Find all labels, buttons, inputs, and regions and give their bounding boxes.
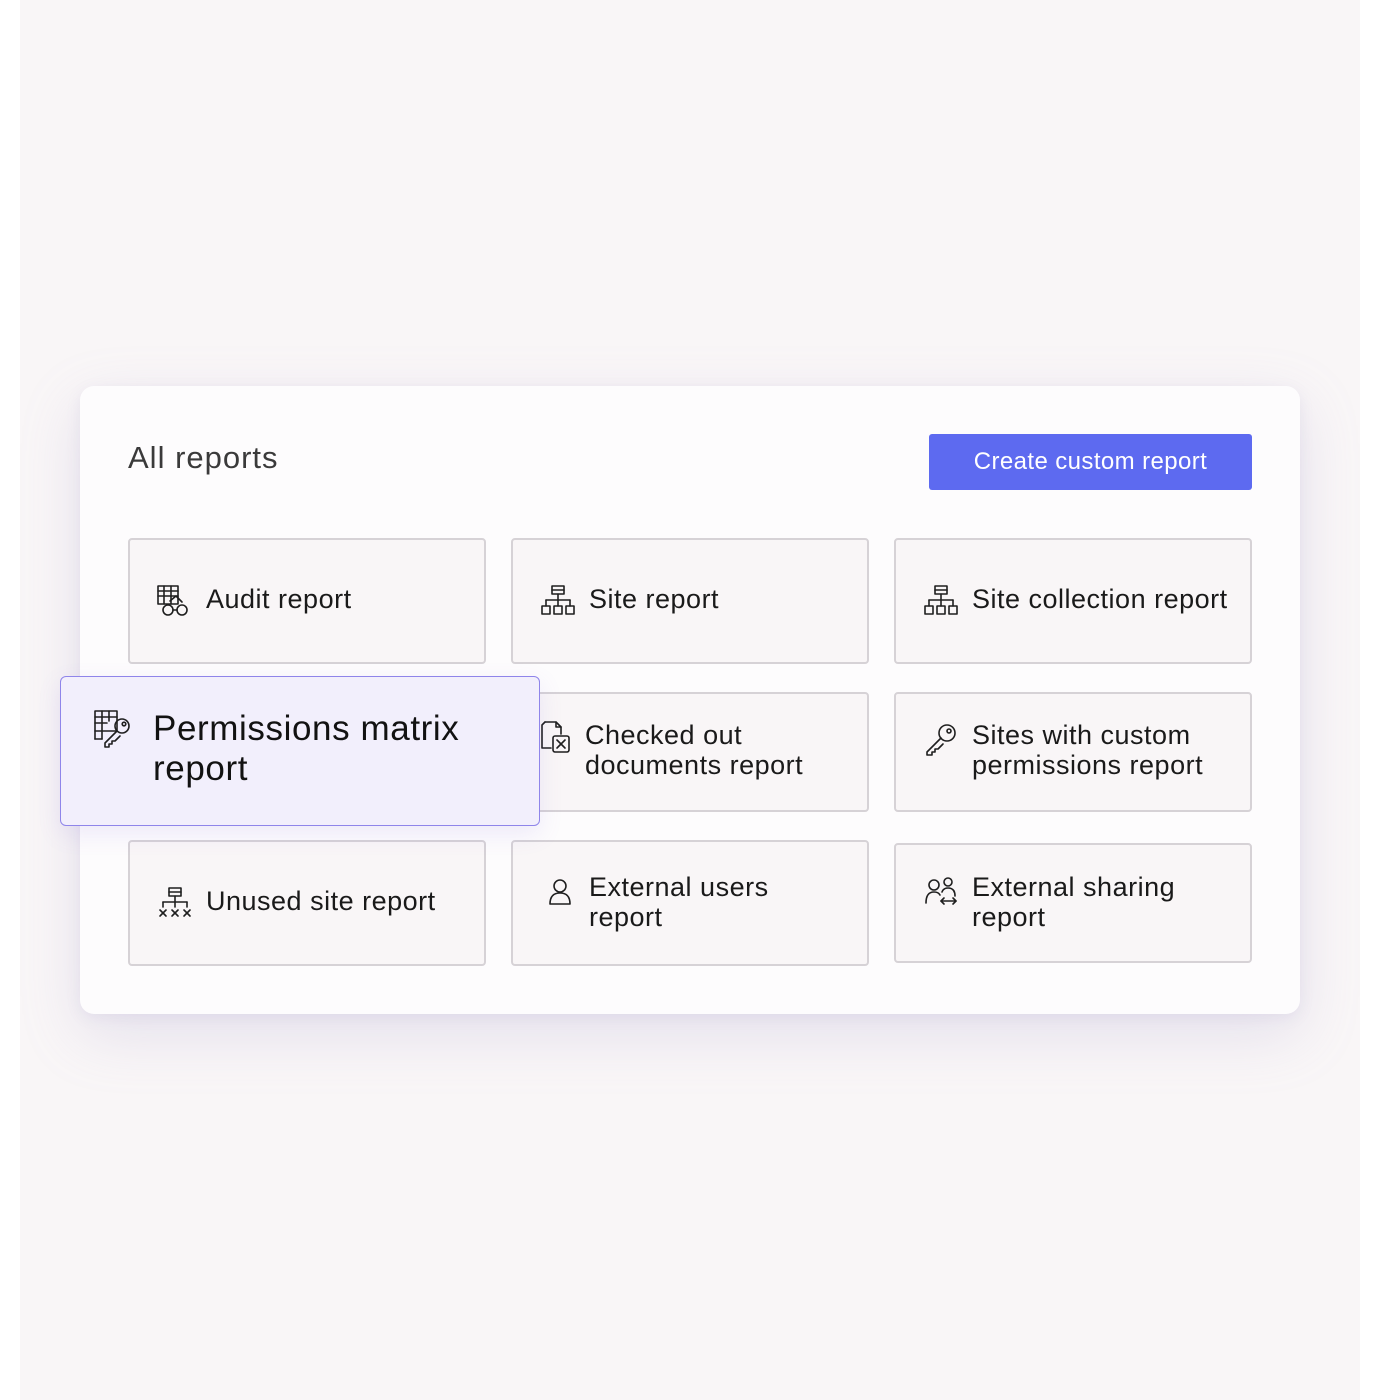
key-icon (924, 722, 958, 756)
report-tile-site[interactable]: Site report (511, 538, 869, 664)
report-label-line-1: Checked out (585, 720, 743, 750)
report-label-line-2: report (153, 749, 249, 788)
report-label-line-2: documents report (585, 750, 804, 780)
report-tile-external-sharing[interactable]: External sharing report (894, 843, 1252, 963)
audit-icon (156, 584, 190, 618)
report-tile-audit[interactable]: Audit report (128, 538, 486, 664)
report-label-line-2: report (972, 902, 1046, 932)
report-tile-checked-out[interactable]: Checked out documents report (511, 692, 869, 812)
report-tile-custom-permissions[interactable]: Sites with custom permissions report (894, 692, 1252, 812)
report-label: Site report (589, 584, 720, 614)
report-label: Audit report (206, 584, 352, 614)
users-sharing-icon (924, 875, 958, 909)
site-hierarchy-icon (541, 584, 575, 618)
permissions-matrix-icon (93, 709, 133, 749)
report-label-line-2: permissions report (972, 750, 1204, 780)
report-tile-permissions-matrix[interactable]: Permissions matrix report (60, 676, 540, 826)
report-label-line-1: Sites with custom (972, 720, 1191, 750)
report-tile-external-users[interactable]: External users report (511, 840, 869, 966)
report-tile-unused-site[interactable]: Unused site report (128, 840, 486, 966)
report-label-line-2: report (589, 902, 663, 932)
page-title: All reports (128, 440, 279, 475)
create-custom-report-button[interactable]: Create custom report (929, 434, 1252, 490)
report-label: Unused site report (206, 886, 436, 916)
report-label-line-1: External sharing (972, 872, 1176, 902)
report-tile-site-collection[interactable]: Site collection report (894, 538, 1252, 664)
site-hierarchy-icon (924, 584, 958, 618)
report-label-line-1: Permissions matrix (153, 709, 460, 748)
unused-site-icon (158, 886, 192, 920)
report-label: Site collection report (972, 584, 1228, 614)
user-icon (543, 876, 577, 910)
checked-out-document-icon (539, 720, 573, 754)
report-label-line-1: External users (589, 872, 769, 902)
